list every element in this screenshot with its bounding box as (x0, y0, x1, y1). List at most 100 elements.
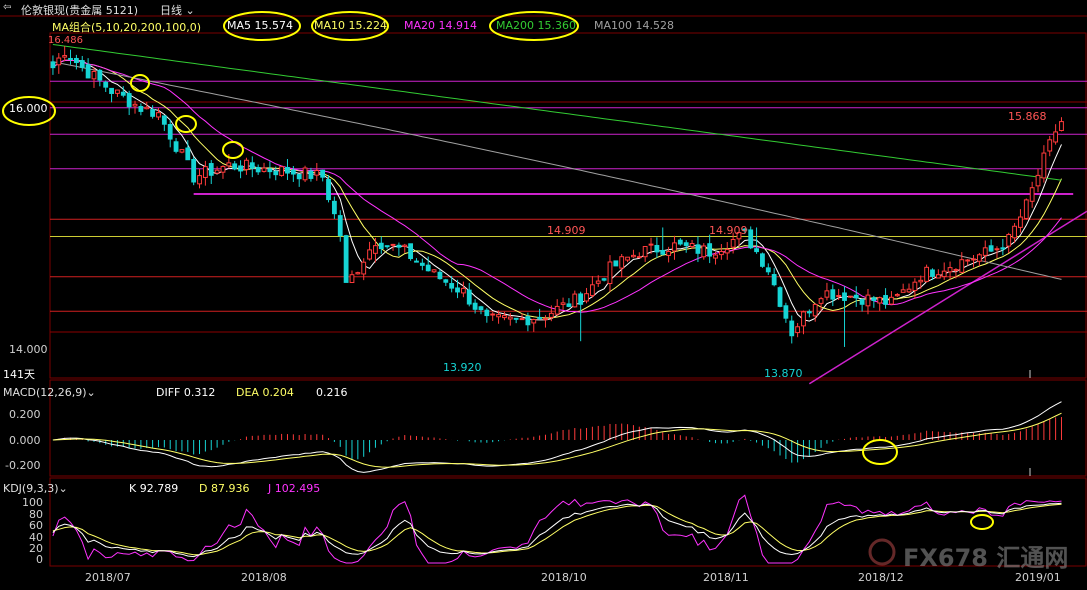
candle-body (1023, 199, 1029, 219)
candle-body (537, 316, 543, 319)
candle-body (373, 245, 378, 254)
macd-tick-1: 0.000 (9, 434, 41, 447)
moving-average-lines (52, 44, 1062, 322)
candle-body (267, 168, 273, 173)
annotation-circle-5 (175, 115, 197, 133)
candle-body (801, 311, 806, 327)
candle-body (894, 294, 900, 297)
annotation-circle-4 (130, 74, 150, 92)
candle-body (179, 149, 185, 153)
annotation-circle-8 (970, 514, 994, 530)
candlesticks (50, 46, 1064, 347)
candle-body (865, 294, 871, 307)
candle-body (853, 294, 859, 299)
candle-body (343, 235, 349, 283)
candle-body (824, 290, 830, 298)
candle-body (173, 141, 179, 152)
candle-body (771, 274, 777, 286)
macd-indicator-label[interactable]: MACD(12,26,9)⌄ (3, 386, 96, 399)
candle-body (560, 302, 566, 305)
annotation-circle-6 (222, 141, 244, 159)
candle-body (724, 248, 730, 254)
price-high-left: 16.486 (48, 35, 83, 46)
chevron-down-icon: ⌄ (58, 482, 68, 495)
kdj-d-label: D 87.936 (199, 482, 250, 495)
candle-body (507, 316, 513, 320)
candle-body (930, 269, 935, 277)
candle-body (578, 293, 584, 305)
back-arrow-icon[interactable]: ⇦ (3, 2, 11, 13)
candle-body (261, 167, 267, 172)
candle-body (167, 124, 173, 140)
candle-body (103, 81, 109, 88)
candle-body (842, 292, 847, 301)
candle-body (120, 91, 126, 96)
candle-body (138, 106, 144, 112)
candle-body (1000, 247, 1006, 250)
candle-body (490, 313, 496, 316)
x-label-2018-07: 2018/07 (85, 571, 131, 584)
kdj-tick-0: 0 (36, 553, 43, 566)
candle-body (982, 247, 988, 256)
candle-body (554, 305, 560, 315)
candle-body (847, 295, 853, 298)
period-label: 日线 (160, 4, 182, 17)
candle-body (191, 158, 197, 183)
candle-body (62, 55, 68, 58)
candle-body (132, 103, 138, 107)
watermark (868, 370, 1031, 566)
candle-body (713, 254, 718, 259)
candle-body (760, 253, 765, 267)
candle-body (572, 293, 578, 308)
period-selector[interactable]: 日线 ⌄ (160, 2, 195, 18)
candle-body (947, 267, 953, 273)
grid-lines (50, 101, 1087, 333)
price-tick-14: 14.000 (9, 343, 48, 356)
candle-body (232, 163, 238, 170)
candle-body (584, 293, 589, 302)
candle-body (425, 264, 431, 272)
candle-body (50, 61, 56, 69)
price-recent-high: 15.868 (1008, 110, 1047, 123)
macd-chart (52, 401, 1062, 473)
candle-body (337, 215, 343, 237)
price-low-sep: 13.920 (443, 361, 482, 374)
candle-body (566, 303, 572, 307)
candle-body (308, 170, 314, 179)
ma100-label: MA100 14.528 (594, 19, 674, 32)
candle-body (595, 280, 601, 284)
chart-svg (0, 11, 1087, 567)
fx678-logo-icon (868, 538, 896, 566)
macd-value-label: 0.216 (316, 386, 348, 399)
candle-body (525, 316, 531, 326)
x-label-2018-08: 2018/08 (241, 571, 287, 584)
ma10-line (52, 59, 1062, 319)
candle-body (531, 318, 537, 324)
candle-body (883, 295, 888, 305)
macd-dea-line (52, 412, 1062, 468)
macd-tick-2: -0.200 (5, 459, 41, 472)
candle-body (126, 93, 132, 108)
candle-body (197, 175, 202, 185)
candle-body (355, 272, 361, 275)
candle-body (226, 162, 232, 167)
candle-body (419, 262, 425, 266)
annotation-circle-7 (862, 439, 898, 465)
ma-indicator-label[interactable]: MA组合(5,10,20,200,100,0) (52, 19, 201, 35)
candle-body (959, 259, 965, 273)
candle-body (836, 295, 842, 298)
candle-body (1012, 225, 1017, 239)
candle-body (695, 244, 701, 254)
candle-body (472, 302, 478, 310)
ma20-label: MA20 14.914 (404, 19, 477, 32)
candle-body (871, 297, 877, 301)
kdj-indicator-label[interactable]: KDJ(9,3,3)⌄ (3, 482, 68, 495)
candle-body (672, 242, 677, 252)
candle-body (185, 147, 191, 161)
candle-body (683, 242, 689, 246)
candle-body (777, 287, 783, 307)
candle-body (689, 243, 695, 248)
candle-body (466, 289, 472, 305)
candle-body (765, 267, 771, 273)
kdj-label: KDJ(9,3,3) (3, 482, 59, 495)
